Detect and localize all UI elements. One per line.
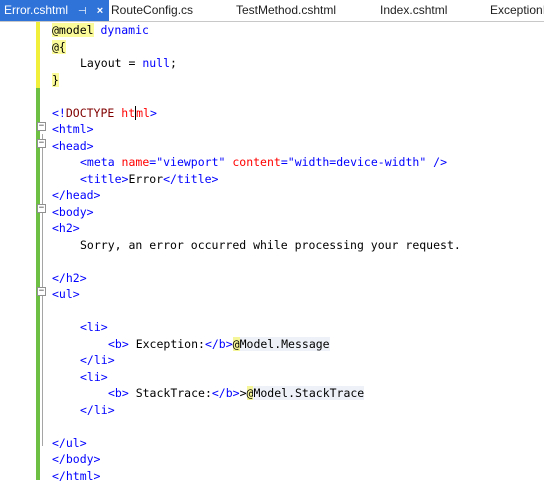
doctype-html-a: ht [121, 106, 135, 120]
doctype-keyword: DOCTYPE [66, 106, 114, 120]
razor-block-open: @{ [52, 40, 66, 54]
document-tab-bar: Error.cshtml ⊣ × RouteConfig.cs TestMethod… [0, 0, 544, 22]
h2-close-tag: </h2> [52, 271, 87, 285]
collapse-html-icon[interactable]: − [37, 122, 46, 131]
tab-label: ExceptionI [490, 3, 544, 17]
code-line: <body> [52, 204, 544, 221]
code-line: </li> [52, 402, 544, 419]
model-message: Model.Message [240, 337, 330, 351]
h2-open-tag: <h2> [52, 221, 80, 235]
operator: = [122, 56, 143, 70]
code-line: <ul> [52, 286, 544, 303]
code-line: } [52, 72, 544, 89]
attr-name: content [225, 155, 280, 169]
collapse-head-icon[interactable]: − [37, 139, 46, 148]
html-close-tag: </html> [52, 469, 100, 483]
ul-open-tag: <ul> [52, 287, 80, 301]
tab-index-cshtml[interactable]: Index.cshtml [380, 0, 447, 21]
head-close-tag: </head> [52, 188, 100, 202]
razor-directive: @model [52, 23, 94, 37]
li-open-tag: <li> [80, 370, 108, 384]
head-open-tag: <head> [52, 139, 94, 153]
collapse-body-icon[interactable]: − [37, 204, 46, 213]
tab-label: RouteConfig.cs [111, 3, 193, 17]
code-line: </body> [52, 451, 544, 468]
stray-gt: > [240, 386, 247, 400]
attr-name: name [115, 155, 150, 169]
null-keyword: null [142, 56, 170, 70]
code-line-blank [52, 253, 544, 270]
collapse-ul-icon[interactable]: − [37, 287, 46, 296]
b-open-tag: <b> [108, 337, 129, 351]
model-stacktrace: Model.StackTrace [253, 386, 364, 400]
semicolon: ; [170, 56, 177, 70]
attr-value: "viewport" [156, 155, 225, 169]
change-tracking-bar [36, 22, 40, 480]
code-line: <li> [52, 319, 544, 336]
doctype-open: <! [52, 106, 66, 120]
tab-label: TestMethod.cshtml [236, 3, 336, 17]
code-line: <title>Error</title> [52, 171, 544, 188]
b-open-tag: <b> [108, 386, 129, 400]
attr-value: "width=device-width" [288, 155, 426, 169]
b-close-tag: </b> [212, 386, 240, 400]
code-line: Layout = null; [52, 55, 544, 72]
code-line: <li> [52, 369, 544, 386]
title-close-tag: </title> [163, 172, 218, 186]
tab-exception[interactable]: ExceptionI [490, 0, 544, 21]
code-line: <!DOCTYPE html> [52, 105, 544, 122]
li-open-tag: <li> [80, 320, 108, 334]
change-tracking-bar-unsaved [36, 22, 40, 88]
code-line: </html> [52, 468, 544, 484]
body-open-tag: <body> [52, 205, 94, 219]
stacktrace-label: StackTrace: [129, 386, 212, 400]
meta-tag: <meta [80, 155, 115, 169]
close-icon[interactable]: × [97, 1, 103, 22]
error-message-text: Sorry, an error occurred while processin… [80, 238, 461, 252]
code-line: </head> [52, 187, 544, 204]
code-editor[interactable]: @model dynamic @{ Layout = null; } <!DOC… [52, 22, 544, 484]
code-line-blank [52, 418, 544, 435]
li-close-tag: </li> [80, 353, 115, 367]
tab-label: Index.cshtml [380, 3, 447, 17]
meta-close: /> [426, 155, 447, 169]
title-open-tag: <title> [80, 172, 128, 186]
pin-icon[interactable]: ⊣ [78, 1, 87, 22]
line-number-gutter [0, 22, 33, 480]
razor-block-close: } [52, 73, 59, 87]
ul-close-tag: </ul> [52, 436, 87, 450]
tab-routeconfig-cs[interactable]: RouteConfig.cs [111, 0, 193, 21]
attr-eq: = [281, 155, 288, 169]
title-text: Error [128, 172, 163, 186]
code-line-blank [52, 88, 544, 105]
html-open-tag: <html> [52, 122, 94, 136]
code-line: </ul> [52, 435, 544, 452]
model-type: dynamic [94, 23, 149, 37]
exception-label: Exception: [129, 337, 205, 351]
code-line: <b> Exception:</b>@Model.Message [52, 336, 544, 353]
code-line: <h2> [52, 220, 544, 237]
code-line: <html> [52, 121, 544, 138]
code-line: @{ [52, 39, 544, 56]
code-line: <head> [52, 138, 544, 155]
body-close-tag: </body> [52, 452, 100, 466]
code-line: @model dynamic [52, 22, 544, 39]
li-close-tag: </li> [80, 403, 115, 417]
code-line-blank [52, 303, 544, 320]
tab-testmethod-cshtml[interactable]: TestMethod.cshtml [236, 0, 336, 21]
tab-error-cshtml[interactable]: Error.cshtml ⊣ × [0, 0, 109, 21]
code-line: <b> StackTrace:</b>>@Model.StackTrace [52, 385, 544, 402]
tab-label: Error.cshtml [4, 3, 68, 17]
razor-at: @ [233, 337, 240, 351]
code-line: </li> [52, 352, 544, 369]
code-line: <meta name="viewport" content="width=dev… [52, 154, 544, 171]
doctype-close: > [150, 106, 157, 120]
code-line: Sorry, an error occurred while processin… [52, 237, 544, 254]
doctype-html-b: ml [136, 106, 150, 120]
layout-identifier: Layout [80, 56, 122, 70]
b-close-tag: </b> [205, 337, 233, 351]
code-line: </h2> [52, 270, 544, 287]
